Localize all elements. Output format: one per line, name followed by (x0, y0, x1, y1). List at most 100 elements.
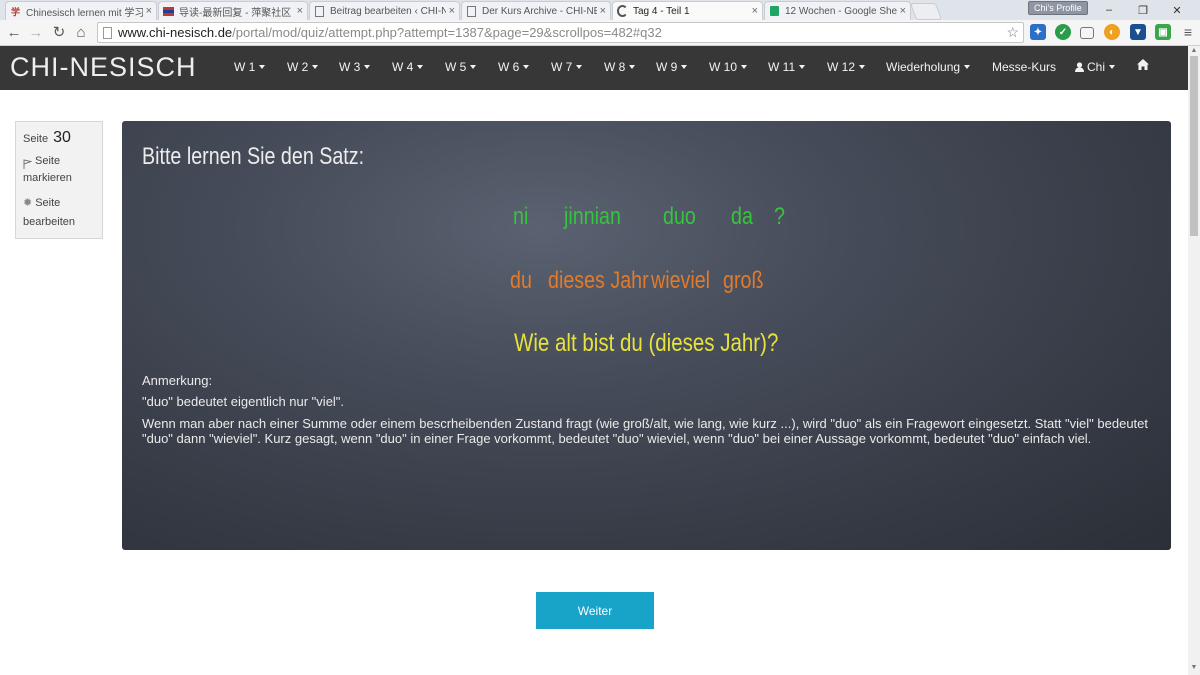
close-tab-icon[interactable]: × (146, 5, 152, 17)
site-logo[interactable]: CHI-NESISCH (10, 52, 197, 83)
chinese-char-favicon-icon: 学 (10, 6, 20, 17)
browser-tab-pingju[interactable]: 导读-最新回复 - 萍聚社区 × (158, 1, 308, 20)
browser-tab-tag4-active[interactable]: Tag 4 - Teil 1 × (612, 1, 763, 20)
new-tab-button[interactable] (909, 3, 943, 20)
nav-w10[interactable]: W 10 (709, 60, 748, 74)
question-chalkboard: Bitte lernen Sie den Satz: ni jinnian du… (122, 121, 1171, 550)
extension-green-icon[interactable]: ▣ (1155, 24, 1171, 40)
nav-w11[interactable]: W 11 (768, 60, 806, 74)
nav-w9[interactable]: W 9 (656, 60, 688, 74)
edit-page-link-text[interactable]: bearbeiten (23, 213, 75, 232)
user-icon (1075, 62, 1084, 72)
browser-tab-strip: 学 Chinesisch lernen mit 学习 × 导读-最新回复 - 萍… (0, 0, 1200, 20)
pinyin-word: ? (774, 203, 785, 230)
caret-down-icon (799, 65, 806, 69)
caret-down-icon (576, 65, 583, 69)
note-line: "duo" bedeutet eigentlich nur "viel". (142, 394, 345, 409)
page-favicon-icon (466, 5, 477, 17)
gear-icon: ✹ (23, 197, 33, 209)
question-info-block: Seite 30 Seite markieren ✹ Seite bearbeit… (15, 121, 103, 239)
caret-down-icon (964, 65, 971, 69)
restore-window-icon[interactable]: ❐ (1128, 1, 1158, 19)
caret-down-icon (859, 65, 866, 69)
german-word: du (510, 267, 532, 294)
page-info-icon (103, 26, 112, 39)
forward-arrow-icon[interactable]: → (26, 22, 46, 42)
nav-w7[interactable]: W 7 (551, 60, 583, 74)
pinyin-word: da (731, 203, 753, 230)
note-label: Anmerkung: (142, 373, 213, 388)
caret-down-icon (470, 65, 477, 69)
address-bar[interactable]: www.chi-nesisch.de/portal/mod/quiz/attem… (97, 22, 1024, 43)
scrollbar-thumb[interactable] (1190, 56, 1198, 236)
nav-wiederholung[interactable]: Wiederholung (886, 60, 971, 74)
note-paragraph: Wenn man aber nach einer Summe oder eine… (142, 416, 1149, 446)
nav-w1[interactable]: W 1 (234, 60, 266, 74)
profile-button[interactable]: Chi's Profile (1028, 1, 1088, 15)
scroll-up-arrow-icon[interactable]: ▲ (1189, 47, 1199, 54)
browser-tab-kurs-archive[interactable]: Der Kurs Archive - CHI-NE × (461, 1, 611, 20)
sentence-translation: Wie alt bist du (dieses Jahr)? (514, 329, 779, 357)
german-word: groß (723, 267, 764, 294)
nav-w12[interactable]: W 12 (827, 60, 866, 74)
caret-down-icon (681, 65, 688, 69)
flag-favicon-icon (163, 6, 174, 17)
extension-shield-icon[interactable]: ▼ (1130, 24, 1146, 40)
url-text: www.chi-nesisch.de/portal/mod/quiz/attem… (118, 25, 662, 40)
nav-home[interactable] (1137, 59, 1149, 73)
close-tab-icon[interactable]: × (752, 5, 758, 17)
home-button-icon[interactable]: ⌂ (71, 22, 91, 42)
close-tab-icon[interactable]: × (600, 5, 606, 17)
close-tab-icon[interactable]: × (297, 5, 303, 17)
caret-down-icon (741, 65, 748, 69)
nav-w2[interactable]: W 2 (287, 60, 319, 74)
loading-spinner-icon (617, 5, 628, 17)
nav-w5[interactable]: W 5 (445, 60, 477, 74)
edit-page-link[interactable]: ✹ Seite (23, 194, 60, 213)
german-word: dieses Jahr (548, 267, 649, 294)
question-heading: Bitte lernen Sie den Satz: (142, 143, 365, 170)
bookmark-star-icon[interactable]: ☆ (1006, 24, 1019, 41)
nav-messe-kurs[interactable]: Messe-Kurs (992, 60, 1056, 74)
page-favicon-icon (314, 5, 325, 17)
pinyin-word: jinnian (564, 203, 621, 230)
caret-down-icon (312, 65, 319, 69)
close-tab-icon[interactable]: × (900, 5, 906, 17)
german-word-row: du dieses Jahr wieviel groß (122, 267, 1171, 307)
german-word: wieviel (651, 267, 711, 294)
browser-tab-google-sheets[interactable]: 12 Wochen - Google Shee × (764, 1, 911, 20)
nav-w3[interactable]: W 3 (339, 60, 371, 74)
close-window-icon[interactable]: ✕ (1162, 1, 1192, 19)
pinyin-word: ni (513, 203, 529, 230)
flag-page-link-text[interactable]: markieren (23, 169, 72, 188)
browser-tab-beitrag-bearbeiten[interactable]: Beitrag bearbeiten ‹ CHI-N × (309, 1, 460, 20)
caret-down-icon (364, 65, 371, 69)
extension-orange-icon[interactable]: ◐ (1104, 24, 1120, 40)
page-number-label: Seite 30 (23, 129, 71, 146)
close-tab-icon[interactable]: × (449, 5, 455, 17)
sheets-favicon-icon (769, 6, 780, 17)
menu-hamburger-icon[interactable]: ≡ (1180, 24, 1196, 40)
caret-down-icon (1109, 65, 1116, 69)
browser-toolbar: ← → ↻ ⌂ www.chi-nesisch.de/portal/mod/qu… (0, 20, 1200, 46)
browser-tab-chinesisch-lernen[interactable]: 学 Chinesisch lernen mit 学习 × (5, 1, 157, 20)
minimize-window-icon[interactable]: – (1094, 1, 1124, 19)
nav-w4[interactable]: W 4 (392, 60, 424, 74)
pinyin-row: ni jinnian duo da ? (122, 203, 1171, 243)
nav-w8[interactable]: W 8 (604, 60, 636, 74)
extension-blue-icon[interactable]: ✦ (1030, 24, 1046, 40)
next-button[interactable]: Weiter (536, 592, 654, 629)
caret-down-icon (629, 65, 636, 69)
nav-user-chi[interactable]: Chi (1075, 60, 1116, 74)
pinyin-word: duo (663, 203, 696, 230)
back-arrow-icon[interactable]: ← (4, 22, 24, 42)
caret-down-icon (523, 65, 530, 69)
extension-check-icon[interactable]: ✓ (1055, 24, 1071, 40)
flag-icon (23, 159, 33, 169)
cast-icon[interactable] (1080, 27, 1094, 39)
reload-icon[interactable]: ↻ (49, 22, 69, 42)
scroll-down-arrow-icon[interactable]: ▼ (1189, 664, 1199, 671)
home-icon (1137, 59, 1149, 70)
caret-down-icon (417, 65, 424, 69)
nav-w6[interactable]: W 6 (498, 60, 530, 74)
